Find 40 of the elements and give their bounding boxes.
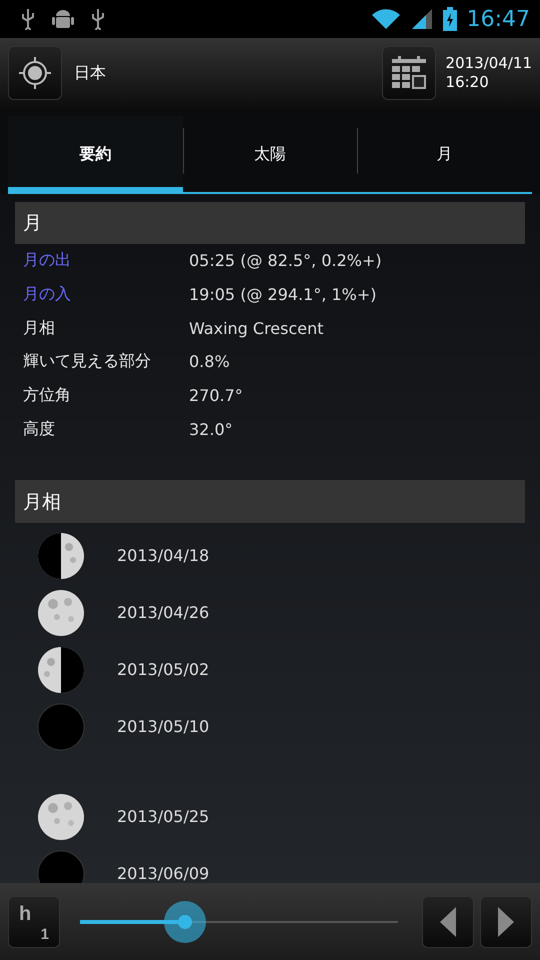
usb-icon (20, 8, 36, 30)
row-label: 月相 (22, 318, 56, 339)
time-label: 16:20 (446, 73, 490, 92)
row-label: 月の入 (22, 284, 72, 306)
clock-time: 16:47 (466, 6, 530, 32)
row-label: 高度 (22, 418, 56, 440)
section-header: 月 (15, 202, 525, 244)
previous-button[interactable] (422, 896, 474, 948)
location-label: 日本 (74, 62, 106, 84)
signal-icon (410, 8, 433, 30)
row-label: 輝いて見える部分 (22, 351, 152, 372)
calendar-icon (390, 56, 427, 90)
crosshair-icon (18, 56, 52, 90)
next-button[interactable] (480, 896, 532, 948)
row-value: 32.0° (189, 420, 233, 439)
row-label: 月の出 (22, 250, 72, 272)
calendar-button[interactable] (382, 46, 436, 100)
wifi-icon (370, 8, 401, 30)
battery-icon (442, 7, 457, 31)
row-value: Waxing Crescent (189, 318, 324, 338)
right-triangle-icon (498, 906, 514, 936)
phase-date: 2013/05/10 (117, 717, 210, 736)
phase-date: 2013/04/26 (117, 603, 210, 622)
date-label: 2013/04/11 (446, 54, 532, 73)
row-value: 0.8% (189, 352, 230, 372)
left-triangle-icon (440, 906, 456, 936)
row-value: 19:05 (@ 294.1°, 1%+) (189, 285, 377, 304)
row-value: 270.7° (189, 386, 243, 406)
phase-date: 2013/04/18 (117, 546, 210, 566)
location-button[interactable] (8, 46, 62, 100)
row-label: 方位角 (22, 385, 72, 406)
row-value: 05:25 (@ 82.5°, 0.2%+) (189, 251, 382, 270)
phase-date: 2013/05/02 (117, 660, 210, 680)
section-header: 月相 (15, 480, 525, 524)
phase-date: 2013/06/09 (117, 864, 210, 883)
usb-icon (90, 8, 106, 30)
android-icon (52, 7, 74, 31)
step-unit-button[interactable]: h 1 (8, 896, 60, 948)
phase-date: 2013/05/25 (117, 807, 210, 826)
tab[interactable]: 要約 (8, 116, 183, 194)
